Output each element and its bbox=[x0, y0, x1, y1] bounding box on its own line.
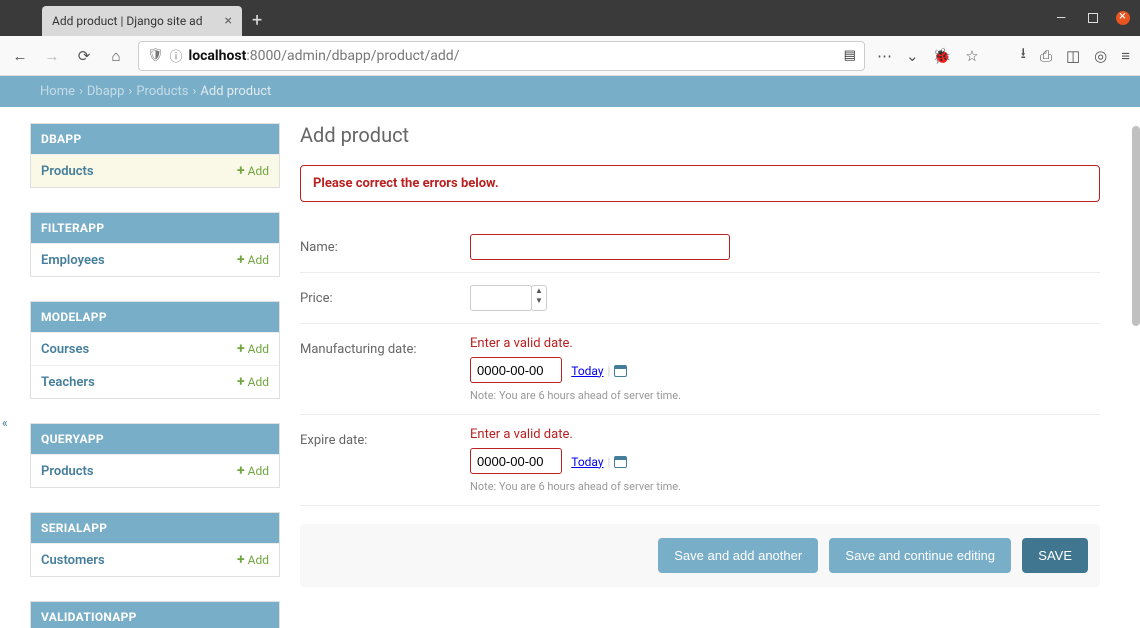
plus-icon: + bbox=[237, 463, 245, 479]
add-link[interactable]: + Add bbox=[237, 374, 269, 390]
app-header[interactable]: DBAPP bbox=[31, 124, 279, 154]
exp-date-input[interactable] bbox=[470, 448, 562, 474]
sidebar-model-row[interactable]: Teachers + Add bbox=[31, 365, 279, 398]
reader-icon[interactable]: ▤ bbox=[844, 48, 856, 63]
url-host: localhost bbox=[189, 48, 247, 64]
close-tab-icon[interactable]: × bbox=[225, 13, 232, 29]
add-link[interactable]: + Add bbox=[237, 252, 269, 268]
bc-current: Add product bbox=[200, 84, 271, 99]
field-exp-date: Expire date: Enter a valid date. Today| … bbox=[300, 415, 1100, 506]
price-label: Price: bbox=[300, 285, 470, 311]
account-icon[interactable]: ◎ bbox=[1094, 47, 1107, 65]
sidebar-model-row[interactable]: Courses + Add bbox=[31, 332, 279, 365]
url-path: /admin/dbapp/product/add/ bbox=[281, 48, 459, 64]
sidebar: DBAPP Products + Add FILTERAPP Employees + Ad… bbox=[30, 123, 280, 628]
sidebar-model-row[interactable]: Products + Add bbox=[31, 454, 279, 487]
pocket-icon[interactable]: ⌄ bbox=[906, 47, 919, 65]
sidebar-icon[interactable]: ◫ bbox=[1066, 47, 1080, 65]
app-header[interactable]: VALIDATIONAPP bbox=[31, 602, 279, 628]
sidebar-model-row[interactable]: Customers + Add bbox=[31, 543, 279, 576]
browser-tab[interactable]: Add product | Django site ad × bbox=[42, 6, 242, 36]
url-bar[interactable]: 🛡 ⓘ localhost:8000/admin/dbapp/product/a… bbox=[138, 41, 865, 71]
breadcrumb: Home›Dbapp›Products›Add product bbox=[0, 76, 1140, 107]
info-icon[interactable]: ⓘ bbox=[170, 46, 183, 65]
library-icon[interactable]: ⎙ bbox=[1040, 47, 1052, 65]
add-link[interactable]: + Add bbox=[237, 341, 269, 357]
minimize-icon[interactable]: — bbox=[1056, 11, 1070, 25]
new-tab-button[interactable]: + bbox=[252, 10, 262, 31]
mfg-today-link[interactable]: Today bbox=[571, 364, 603, 378]
mfg-help: Note: You are 6 hours ahead of server ti… bbox=[470, 389, 1100, 402]
mfg-error: Enter a valid date. bbox=[470, 336, 1100, 351]
calendar-icon[interactable] bbox=[614, 456, 627, 468]
model-link[interactable]: Products bbox=[41, 464, 94, 479]
url-port: :8000 bbox=[246, 48, 281, 64]
app-header[interactable]: MODELAPP bbox=[31, 302, 279, 332]
model-link[interactable]: Teachers bbox=[41, 375, 95, 390]
add-link[interactable]: + Add bbox=[237, 463, 269, 479]
field-mfg-date: Manufacturing date: Enter a valid date. … bbox=[300, 324, 1100, 415]
forward-button: → bbox=[42, 47, 62, 65]
main-content: Add product Please correct the errors be… bbox=[300, 123, 1100, 628]
calendar-icon[interactable] bbox=[614, 365, 627, 377]
price-input[interactable] bbox=[470, 285, 532, 311]
exp-error: Enter a valid date. bbox=[470, 427, 1100, 442]
errornote: Please correct the errors below. bbox=[300, 165, 1100, 202]
mfg-date-input[interactable] bbox=[470, 357, 562, 383]
sidebar-model-row[interactable]: Products + Add bbox=[31, 154, 279, 187]
home-button[interactable]: ⌂ bbox=[106, 47, 126, 65]
field-price: Price: ▲▼ bbox=[300, 273, 1100, 324]
menu-icon[interactable]: ≡ bbox=[1121, 47, 1130, 65]
plus-icon: + bbox=[237, 374, 245, 390]
tab-title: Add product | Django site ad bbox=[52, 14, 219, 28]
downloads-icon[interactable]: ⭳ bbox=[1021, 43, 1026, 68]
plus-icon: + bbox=[237, 552, 245, 568]
name-input[interactable] bbox=[470, 234, 730, 260]
model-link[interactable]: Customers bbox=[41, 553, 105, 568]
browser-toolbar: ← → ⟳ ⌂ 🛡 ⓘ localhost:8000/admin/dbapp/p… bbox=[0, 36, 1140, 76]
page-title: Add product bbox=[300, 123, 1100, 147]
model-link[interactable]: Products bbox=[41, 164, 94, 179]
bc-app[interactable]: Dbapp bbox=[87, 84, 125, 99]
bc-model[interactable]: Products bbox=[136, 84, 188, 99]
back-button[interactable]: ← bbox=[10, 47, 30, 65]
model-link[interactable]: Employees bbox=[41, 253, 105, 268]
app-header[interactable]: QUERYAPP bbox=[31, 424, 279, 454]
save-button[interactable]: SAVE bbox=[1022, 538, 1088, 573]
exp-label: Expire date: bbox=[300, 427, 470, 493]
plus-icon: + bbox=[237, 341, 245, 357]
browser-tab-bar: Add product | Django site ad × + — bbox=[0, 0, 1140, 36]
bug-icon[interactable]: 🐞 bbox=[933, 47, 952, 65]
exp-today-link[interactable]: Today bbox=[571, 455, 603, 469]
exp-help: Note: You are 6 hours ahead of server ti… bbox=[470, 480, 1100, 493]
plus-icon: + bbox=[237, 163, 245, 179]
sidebar-toggle[interactable]: « bbox=[2, 416, 8, 430]
scrollbar[interactable] bbox=[1132, 126, 1140, 618]
bc-home[interactable]: Home bbox=[40, 84, 75, 99]
app-header[interactable]: SERIALAPP bbox=[31, 513, 279, 543]
add-link[interactable]: + Add bbox=[237, 552, 269, 568]
reload-button[interactable]: ⟳ bbox=[74, 47, 94, 65]
field-name: Name: bbox=[300, 222, 1100, 273]
save-add-another-button[interactable]: Save and add another bbox=[658, 538, 818, 573]
save-continue-button[interactable]: Save and continue editing bbox=[829, 538, 1011, 573]
plus-icon: + bbox=[237, 252, 245, 268]
add-link[interactable]: + Add bbox=[237, 163, 269, 179]
more-icon[interactable]: ⋯ bbox=[877, 47, 892, 65]
model-link[interactable]: Courses bbox=[41, 342, 89, 357]
window-close-icon[interactable] bbox=[1116, 11, 1130, 25]
maximize-icon[interactable] bbox=[1088, 13, 1098, 23]
name-label: Name: bbox=[300, 234, 470, 260]
mfg-label: Manufacturing date: bbox=[300, 336, 470, 402]
star-icon[interactable]: ☆ bbox=[965, 47, 978, 65]
app-header[interactable]: FILTERAPP bbox=[31, 213, 279, 243]
submit-row: Save and add another Save and continue e… bbox=[300, 524, 1100, 587]
sidebar-model-row[interactable]: Employees + Add bbox=[31, 243, 279, 276]
price-spinner[interactable]: ▲▼ bbox=[531, 285, 547, 311]
shield-icon[interactable]: 🛡 bbox=[147, 48, 164, 63]
